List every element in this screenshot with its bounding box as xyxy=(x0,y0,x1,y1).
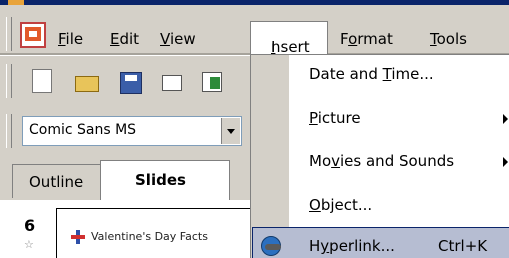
cross-icon xyxy=(71,230,85,244)
menu-item-date-and-time[interactable]: Date and Time... xyxy=(252,55,509,95)
menu-item-label: Object... xyxy=(309,196,373,214)
email-icon[interactable] xyxy=(160,69,184,93)
animation-star-icon: ☆ xyxy=(24,238,34,251)
font-name-dropdown[interactable]: Comic Sans MS xyxy=(22,116,242,146)
permission-icon[interactable] xyxy=(200,69,224,93)
save-disk-icon[interactable] xyxy=(120,72,142,94)
open-folder-icon[interactable] xyxy=(75,69,99,93)
menu-tools[interactable]: Tools xyxy=(430,30,467,48)
menu-view[interactable]: View xyxy=(160,30,196,48)
menu-item-label: Hyperlink... xyxy=(309,237,395,255)
powerpoint-app-icon[interactable] xyxy=(20,22,46,48)
formatting-toolbar: Comic Sans MS xyxy=(0,106,250,154)
app-window: File Edit View Insert Format Tools Comic… xyxy=(0,0,509,258)
tab-slides[interactable]: Slides xyxy=(100,160,230,200)
menu-item-movies-and-sounds[interactable]: Movies and Sounds xyxy=(252,142,509,182)
menu-file[interactable]: File xyxy=(58,30,83,48)
menu-item-label: Movies and Sounds xyxy=(309,152,455,170)
insert-menu-dropdown: Date and Time... Picture Movies and Soun… xyxy=(250,54,509,258)
menubar-grip[interactable] xyxy=(6,17,12,51)
submenu-arrow-icon xyxy=(503,114,508,124)
formatting-toolbar-grip[interactable] xyxy=(6,114,12,148)
menu-item-shortcut: Ctrl+K xyxy=(438,237,488,255)
tab-slides-label: Slides xyxy=(135,171,186,189)
slide-thumbnail-title: Valentine's Day Facts xyxy=(91,230,208,243)
chevron-down-icon[interactable] xyxy=(221,118,240,144)
menu-format[interactable]: Format xyxy=(340,30,393,48)
slide-number: 6 xyxy=(24,216,36,235)
tab-outline[interactable]: Outline xyxy=(12,164,102,198)
hyperlink-globe-icon xyxy=(259,234,283,258)
font-name-value: Comic Sans MS xyxy=(29,122,137,138)
standard-toolbar xyxy=(0,56,250,106)
submenu-arrow-icon xyxy=(503,157,508,167)
outline-slides-tabs: Outline Slides xyxy=(0,154,250,200)
slides-pane: 6 ☆ Valentine's Day Facts xyxy=(0,200,256,258)
menu-item-label: Picture xyxy=(309,109,361,127)
toolbar-grip[interactable] xyxy=(6,64,12,98)
menu-item-hyperlink[interactable]: Hyperlink... Ctrl+K xyxy=(252,227,509,258)
slide-thumbnail[interactable]: Valentine's Day Facts xyxy=(56,208,256,258)
menu-item-object[interactable]: Object... xyxy=(252,186,509,226)
tab-outline-label: Outline xyxy=(29,173,84,191)
menu-bar: File Edit View Insert Format Tools xyxy=(0,5,509,59)
new-document-icon[interactable] xyxy=(32,69,52,93)
menu-item-label: Date and Time... xyxy=(309,65,434,83)
menu-item-picture[interactable]: Picture xyxy=(252,99,509,139)
menu-edit[interactable]: Edit xyxy=(110,30,139,48)
